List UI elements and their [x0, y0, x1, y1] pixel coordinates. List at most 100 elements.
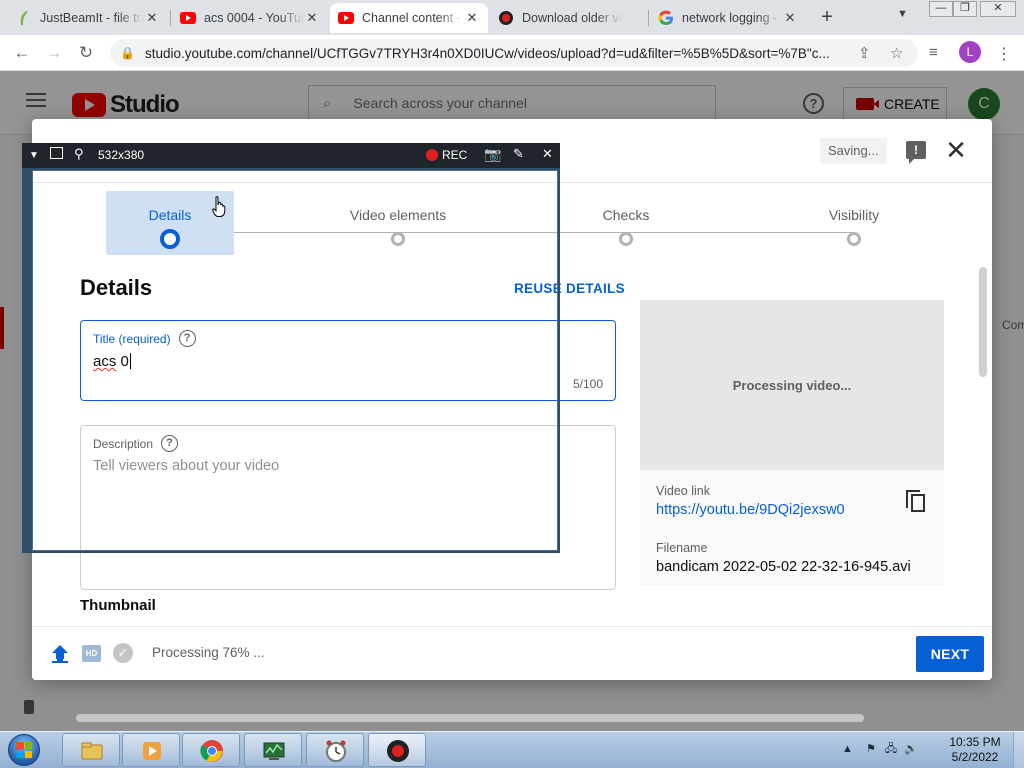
section-title: Details: [80, 275, 153, 300]
video-link-label: Video link: [656, 484, 710, 498]
system-tray: ▲ ⚑ 🖧 🔊: [842, 740, 918, 759]
close-dialog-button[interactable]: ✕: [944, 135, 968, 165]
youtube-icon: [180, 10, 196, 26]
show-desktop-button[interactable]: [1013, 732, 1024, 768]
next-button[interactable]: NEXT: [916, 636, 984, 672]
close-tab-icon[interactable]: ✕: [782, 10, 798, 26]
check-circle-icon[interactable]: ✓: [113, 643, 133, 663]
processing-progress-text: Processing 76% ...: [152, 645, 265, 660]
tray-expand-icon[interactable]: ▲: [842, 743, 853, 755]
feedback-icon[interactable]: !: [906, 141, 926, 164]
taskbar-chrome[interactable]: [182, 733, 240, 767]
close-tab-icon[interactable]: ✕: [144, 10, 160, 26]
browser-tab-strip: JustBeamIt - file transfer ✕ acs 0004 - …: [0, 0, 1024, 35]
search-icon[interactable]: ⚲: [74, 146, 84, 162]
upload-icon[interactable]: [52, 645, 68, 663]
google-icon: [658, 10, 674, 26]
title-input-value[interactable]: acs 0: [93, 353, 131, 370]
collapse-triangle-icon[interactable]: ▼: [29, 150, 39, 161]
tab-title: JustBeamIt - file transfer: [40, 11, 144, 25]
taskbar-bandicam[interactable]: [368, 733, 426, 767]
forward-arrow-icon[interactable]: →: [42, 41, 66, 65]
hd-icon[interactable]: HD: [82, 645, 101, 662]
clock-date: 5/2/2022: [951, 750, 999, 764]
text-caret: [129, 353, 131, 369]
thumbnail-heading: Thumbnail: [80, 597, 156, 614]
back-arrow-icon[interactable]: ←: [10, 41, 34, 65]
address-bar[interactable]: 🔒 studio.youtube.com/channel/UCfTGGv7TRY…: [110, 39, 918, 67]
horizontal-scrollbar[interactable]: [76, 714, 864, 722]
close-tab-icon[interactable]: ✕: [464, 10, 480, 26]
alarm-clock-icon: [326, 740, 346, 762]
media-player-icon: [143, 742, 161, 760]
taskbar-media-player[interactable]: [122, 733, 180, 767]
taskbar-clock[interactable]: 10:35 PM 5/2/2022: [940, 735, 1010, 765]
close-icon[interactable]: ✕: [542, 146, 553, 162]
network-icon[interactable]: 🖧: [885, 743, 897, 755]
tab-title: Channel content - YouTube Studio: [362, 11, 464, 25]
media-queue-icon[interactable]: ≡: [929, 44, 938, 61]
taskbar-task-manager[interactable]: [244, 733, 302, 767]
lock-icon: 🔒: [120, 46, 135, 60]
reuse-details-button[interactable]: REUSE DETAILS: [514, 281, 625, 296]
tab-network-logging[interactable]: network logging - Google Search ✕: [650, 3, 806, 33]
start-button[interactable]: [3, 733, 45, 768]
tab-justbeamit[interactable]: JustBeamIt - file transfer ✕: [8, 3, 168, 33]
video-preview: Processing video...: [640, 300, 944, 470]
tab-acs-youtube[interactable]: acs 0004 - YouTube ✕: [172, 3, 328, 33]
new-tab-button[interactable]: +: [818, 6, 836, 29]
title-field-label: Title (required) ?: [93, 330, 196, 347]
step-visibility[interactable]: Visibility: [790, 191, 918, 255]
step-video-elements[interactable]: Video elements: [334, 191, 462, 255]
step-checks[interactable]: Checks: [562, 191, 690, 255]
capture-size-label: 532x380: [98, 148, 145, 162]
bandicam-icon: [387, 740, 409, 762]
tab-channel-content[interactable]: Channel content - YouTube Studio ✕: [330, 3, 488, 33]
saving-status: Saving...: [820, 138, 887, 164]
volume-icon[interactable]: 🔊: [904, 743, 918, 755]
chevron-down-icon[interactable]: ▼: [897, 8, 908, 20]
tab-download-older[interactable]: Download older versions: [490, 3, 646, 33]
record-dot-icon: [426, 149, 438, 161]
step-label: Video elements: [349, 207, 447, 223]
dialog-scrollbar[interactable]: [979, 267, 987, 377]
video-preview-card: Processing video... Video link https://y…: [640, 300, 944, 586]
description-field-label: Description ?: [93, 435, 179, 452]
stepper-track: [170, 232, 854, 233]
pencil-icon[interactable]: ✎: [513, 146, 524, 162]
help-icon[interactable]: ?: [161, 435, 179, 452]
justbeamit-icon: [16, 10, 32, 26]
dialog-body[interactable]: Details REUSE DETAILS Title (required) ?…: [32, 259, 992, 626]
youtube-icon: [338, 10, 354, 26]
bookmark-star-icon[interactable]: ☆: [890, 44, 903, 62]
video-link[interactable]: https://youtu.be/9DQi2jexsw0: [656, 502, 845, 518]
tab-title: acs 0004 - YouTube: [204, 11, 304, 25]
camera-snapshot-icon[interactable]: 📷: [484, 146, 501, 163]
reload-icon[interactable]: ↻: [74, 41, 98, 65]
taskbar-clock-app[interactable]: [306, 733, 364, 767]
rec-button[interactable]: REC: [426, 148, 467, 162]
profile-avatar[interactable]: L: [959, 41, 981, 63]
filename-value: bandicam 2022-05-02 22-32-16-945.avi: [656, 559, 911, 575]
title-field[interactable]: Title (required) ? acs 0 5/100: [80, 320, 616, 401]
copy-icon[interactable]: [906, 490, 926, 512]
task-manager-icon: [263, 742, 285, 760]
share-icon[interactable]: ⇪: [858, 44, 871, 62]
step-dot: [160, 229, 180, 249]
title-value-misspelled: acs: [93, 353, 117, 370]
window-mode-icon[interactable]: [50, 147, 63, 159]
upload-dialog: Saving... ! ✕ Details Video elements Che…: [32, 119, 992, 680]
restore-button[interactable]: ❐: [953, 1, 977, 17]
browser-menu-icon[interactable]: ⋮: [996, 44, 1012, 64]
hand-cursor-icon: [212, 196, 226, 217]
taskbar-explorer[interactable]: [62, 733, 120, 767]
step-dot: [619, 232, 633, 246]
description-field[interactable]: Description ? Tell viewers about your vi…: [80, 425, 616, 590]
processing-video-text: Processing video...: [732, 378, 852, 393]
filename-label: Filename: [656, 541, 708, 555]
window-close-button[interactable]: ✕: [980, 1, 1016, 17]
help-icon[interactable]: ?: [178, 330, 196, 347]
minimize-button[interactable]: —: [929, 1, 953, 17]
action-center-icon[interactable]: ⚑: [866, 743, 876, 755]
close-tab-icon[interactable]: ✕: [304, 10, 320, 26]
